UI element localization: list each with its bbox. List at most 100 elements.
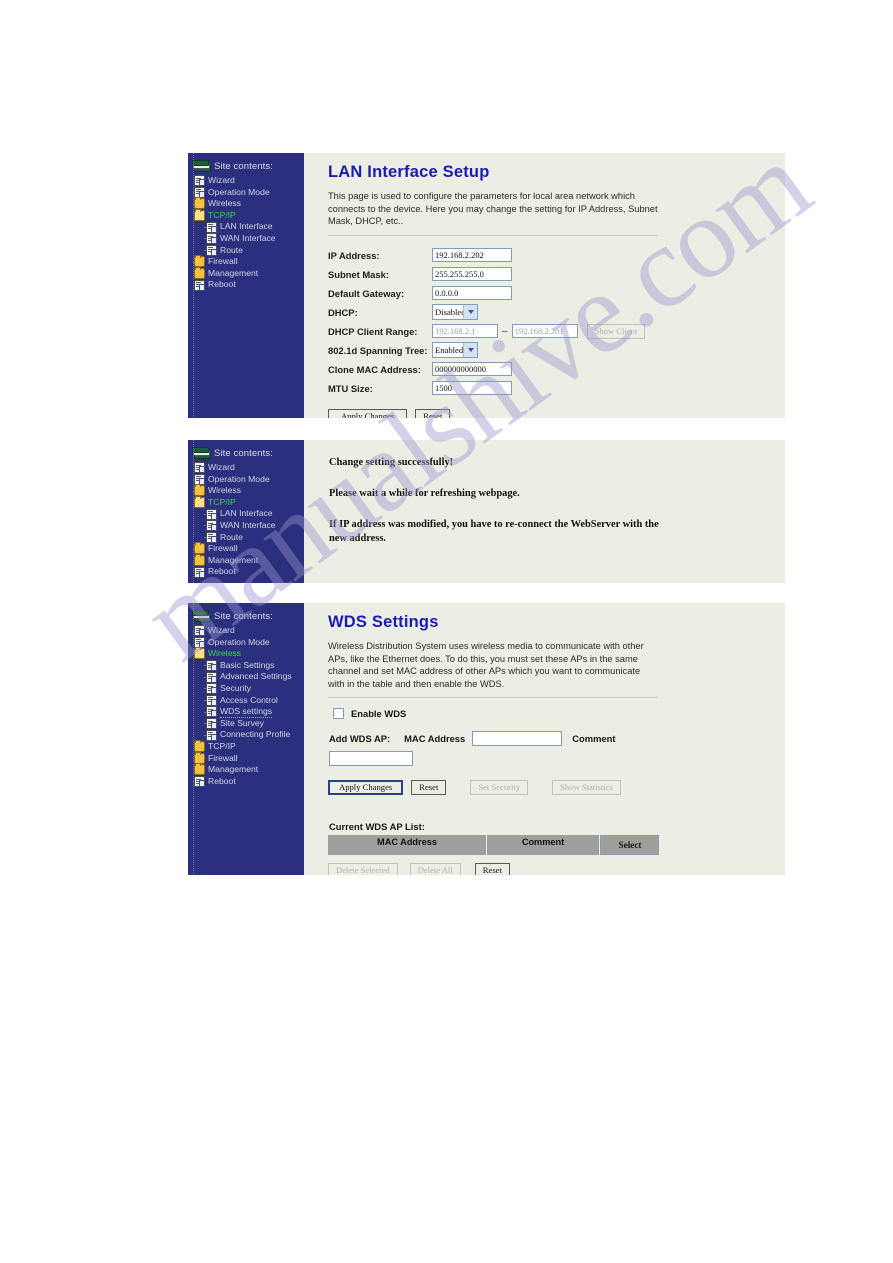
set-security-button[interactable]: Set Security xyxy=(470,780,529,796)
sidebar-item-lan-interface[interactable]: LAN Interface xyxy=(191,221,304,233)
sidebar-item-operation-mode[interactable]: Operation Mode xyxy=(191,637,304,649)
row-mtu-size: MTU Size: 1500 xyxy=(328,379,771,398)
sidebar-item-label: LAN Interface xyxy=(220,508,273,519)
sidebar-wds: Site contents: Wizard Operation Mode Wir… xyxy=(188,603,304,875)
default-gateway-label: Default Gateway: xyxy=(328,287,405,299)
sidebar-item-tcpip[interactable]: TCP/IP xyxy=(191,209,304,222)
subnet-mask-input[interactable]: 255.255.255.0 xyxy=(432,267,512,282)
ip-address-input[interactable]: 192.168.2.202 xyxy=(432,248,512,263)
sidebar-item-label: LAN Interface xyxy=(220,221,273,232)
row-ip-address: IP Address: 192.168.2.202 xyxy=(328,246,771,265)
dhcp-range-end-input[interactable]: 192.168.2.201 xyxy=(511,324,578,339)
sidebar-item-label: Route xyxy=(220,244,243,255)
sidebar-item-lan-interface[interactable]: LAN Interface xyxy=(191,508,304,520)
sidebar-item-tcpip[interactable]: TCP/IP xyxy=(191,496,304,509)
page-icon xyxy=(206,683,217,695)
sidebar-item-label: WAN Interface xyxy=(220,519,276,530)
sidebar-item-wizard[interactable]: Wizard xyxy=(191,175,304,187)
enable-wds-checkbox[interactable] xyxy=(333,708,344,720)
delete-selected-button[interactable]: Delete Selected xyxy=(328,863,398,875)
sidebar-item-operation-mode[interactable]: Operation Mode xyxy=(191,474,304,486)
mac-address-label: MAC Address xyxy=(404,733,466,745)
delete-all-button[interactable]: Delete All xyxy=(409,863,461,875)
sidebar-item-label: Connecting Profile xyxy=(220,729,291,740)
table-header-select: Select xyxy=(600,835,659,856)
sidebar-item-firewall[interactable]: Firewall xyxy=(191,751,304,765)
folder-open-icon xyxy=(194,496,205,509)
page-icon xyxy=(206,718,217,730)
sidebar-item-access-control[interactable]: Access Control xyxy=(191,695,304,707)
sidebar-header: Site contents: xyxy=(188,608,304,625)
page-icon xyxy=(206,520,217,532)
dhcp-select[interactable]: Disabled xyxy=(432,304,478,321)
sidebar-item-reboot[interactable]: Reboot xyxy=(191,279,304,291)
sidebar-item-wan-interface[interactable]: WAN Interface xyxy=(191,520,304,532)
comment-label: Comment xyxy=(572,733,616,745)
sidebar-item-operation-mode[interactable]: Operation Mode xyxy=(191,187,304,199)
sidebar-item-route[interactable]: Route xyxy=(191,532,304,544)
page-title: LAN Interface Setup xyxy=(328,163,490,181)
content-success: Change setting successfully! Please wait… xyxy=(304,440,785,583)
page-icon xyxy=(194,186,205,198)
page-icon xyxy=(206,244,217,256)
reset-button[interactable]: Reset xyxy=(411,780,447,796)
sidebar-item-basic-settings[interactable]: Basic Settings xyxy=(191,660,304,672)
sidebar-item-management[interactable]: Management xyxy=(191,267,304,280)
folder-icon xyxy=(194,267,205,280)
reset-button[interactable]: Reset xyxy=(415,408,451,418)
apply-changes-button[interactable]: Apply Changes xyxy=(328,408,408,418)
row-subnet-mask: Subnet Mask: 255.255.255.0 xyxy=(328,265,771,284)
folder-icon xyxy=(194,763,205,776)
sidebar-header: Site contents: xyxy=(188,158,304,175)
sidebar-item-security[interactable]: Security xyxy=(191,683,304,695)
range-dash: – xyxy=(502,325,508,337)
page-icon xyxy=(206,221,217,233)
sidebar-item-firewall[interactable]: Firewall xyxy=(191,255,304,268)
sidebar-header: Site contents: xyxy=(188,445,304,462)
dhcp-label: DHCP: xyxy=(328,306,358,318)
sidebar-item-wizard[interactable]: Wizard xyxy=(191,625,304,637)
show-client-button[interactable]: Show Client xyxy=(586,323,646,339)
sidebar-item-route[interactable]: Route xyxy=(191,245,304,257)
show-statistics-button[interactable]: Show Statistics xyxy=(552,780,621,796)
sidebar-item-label: TCP/IP xyxy=(208,740,236,751)
sidebar-item-management[interactable]: Management xyxy=(191,554,304,567)
sidebar-item-advanced-settings[interactable]: Advanced Settings xyxy=(191,671,304,683)
sidebar-item-wizard[interactable]: Wizard xyxy=(191,462,304,474)
success-message-2: Please wait a while for refreshing webpa… xyxy=(329,488,520,499)
sidebar-item-reboot[interactable]: Reboot xyxy=(191,776,304,788)
sidebar-item-management[interactable]: Management xyxy=(191,763,304,776)
sidebar-item-label: TCP/IP xyxy=(208,496,236,507)
default-gateway-input[interactable]: 0.0.0.0 xyxy=(432,286,512,301)
sidebar-item-wireless[interactable]: Wireless xyxy=(191,647,304,660)
apply-changes-button[interactable]: Apply Changes xyxy=(328,780,404,796)
sidebar-item-connecting-profile[interactable]: Connecting Profile xyxy=(191,729,304,741)
folder-icon xyxy=(194,554,205,567)
site-contents-icon xyxy=(192,609,211,623)
page-icon xyxy=(206,671,217,683)
dhcp-client-range-label: DHCP Client Range: xyxy=(328,325,418,337)
comment-input[interactable] xyxy=(329,751,413,767)
dhcp-range-start-input[interactable]: 192.168.2.1 xyxy=(432,324,498,339)
sidebar-header-label: Site contents: xyxy=(214,447,273,459)
mtu-size-input[interactable]: 1500 xyxy=(432,381,512,396)
reset-button[interactable]: Reset xyxy=(474,863,510,875)
sidebar-item-tcpip[interactable]: TCP/IP xyxy=(191,740,304,753)
sidebar-success: Site contents: Wizard Operation Mode Wir… xyxy=(188,440,304,583)
sidebar-item-wireless[interactable]: Wireless xyxy=(191,484,304,497)
sidebar-item-reboot[interactable]: Reboot xyxy=(191,566,304,578)
mac-address-input[interactable] xyxy=(472,731,563,747)
panel-change-setting-success: Site contents: Wizard Operation Mode Wir… xyxy=(188,440,785,583)
sidebar-item-site-survey[interactable]: Site Survey xyxy=(191,718,304,730)
page-icon xyxy=(194,462,205,474)
sidebar-item-label: Management xyxy=(208,764,259,775)
sidebar-item-wan-interface[interactable]: WAN Interface xyxy=(191,233,304,245)
clone-mac-input[interactable]: 000000000000 xyxy=(432,362,512,377)
sidebar-item-wds-settings[interactable]: WDS settings xyxy=(191,706,304,719)
table-header-mac-address: MAC Address xyxy=(328,835,487,856)
sidebar-item-firewall[interactable]: Firewall xyxy=(191,542,304,555)
sidebar-item-wireless[interactable]: Wireless xyxy=(191,197,304,210)
page-icon xyxy=(194,566,205,578)
page-icon xyxy=(206,706,217,718)
spanning-tree-select[interactable]: Enabled xyxy=(432,342,478,359)
